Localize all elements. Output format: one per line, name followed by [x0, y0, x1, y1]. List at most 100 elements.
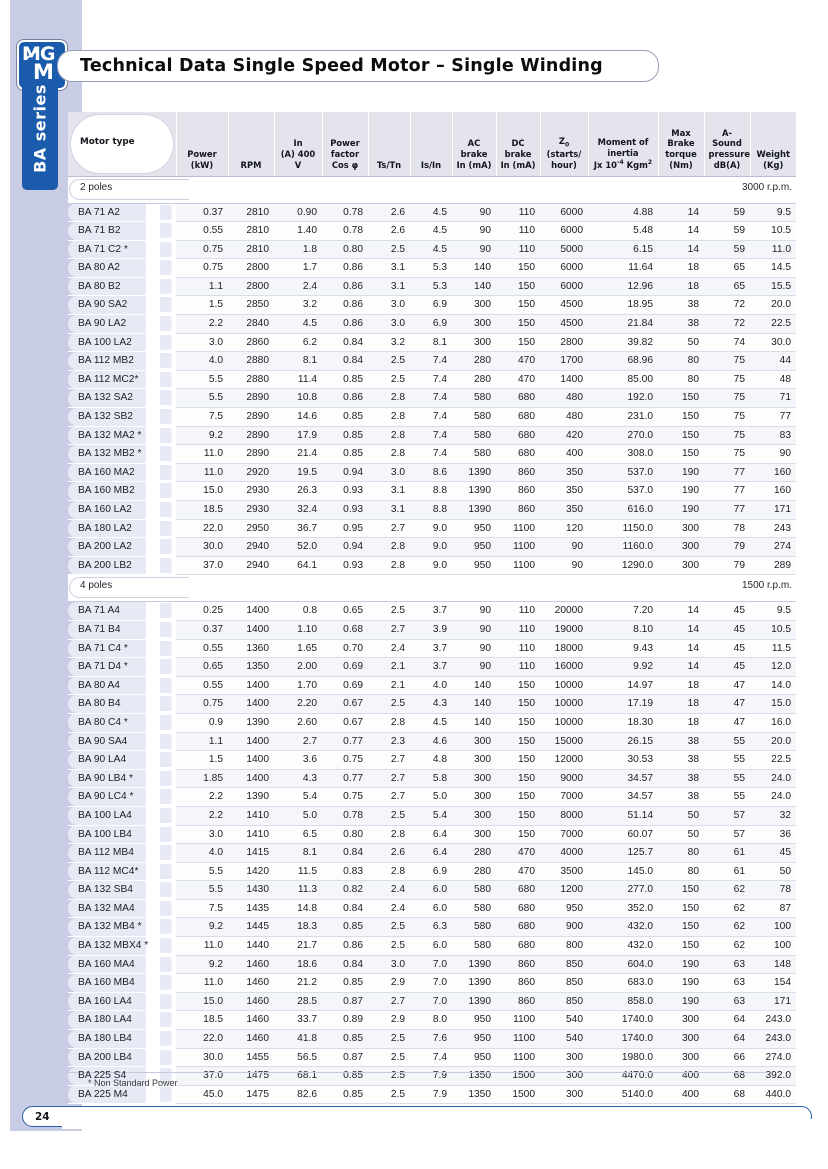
cell-z0: 90: [540, 556, 588, 576]
cell-inertia: 21.84: [588, 314, 658, 334]
cell-rpm: 1400: [228, 620, 274, 640]
cell-is_in: 7.4: [410, 407, 452, 427]
cell-ts_tn: 2.8: [368, 862, 410, 882]
cell-rpm: 2890: [228, 426, 274, 446]
motor-type-cell: BA 80 B4: [68, 694, 176, 714]
cell-ts_tn: 2.5: [368, 806, 410, 826]
cell-sound: 66: [704, 1048, 750, 1068]
cell-max_brake_torque: 150: [658, 936, 704, 956]
cell-dc_brake: 110: [496, 203, 540, 223]
cell-z0: 850: [540, 992, 588, 1012]
cell-weight: 24.0: [750, 769, 796, 789]
cell-sound: 45: [704, 620, 750, 640]
cell-is_in: 8.6: [410, 463, 452, 483]
cell-dc_brake: 110: [496, 221, 540, 241]
cell-weight: 90: [750, 444, 796, 464]
cell-z0: 4500: [540, 314, 588, 334]
col-label-weight: Weight (Kg): [756, 149, 790, 170]
cell-is_in: 6.3: [410, 917, 452, 938]
cell-max_brake_torque: 300: [658, 1048, 704, 1068]
cell-in400: 1.7: [274, 258, 322, 278]
cell-power: 45.0: [176, 1085, 228, 1105]
cell-z0: 350: [540, 463, 588, 483]
cell-power_factor: 0.80: [322, 825, 368, 845]
motor-type-cell: BA 200 LB4: [68, 1048, 176, 1068]
cell-power_factor: 0.85: [322, 407, 368, 427]
cell-is_in: 8.8: [410, 481, 452, 501]
cell-z0: 4500: [540, 295, 588, 316]
cell-dc_brake: 150: [496, 769, 540, 789]
cell-sound: 62: [704, 917, 750, 938]
cell-dc_brake: 150: [496, 825, 540, 845]
cell-ac_brake: 580: [452, 388, 496, 409]
cell-ac_brake: 950: [452, 1010, 496, 1031]
cell-ts_tn: 2.1: [368, 676, 410, 696]
cell-weight: 171: [750, 500, 796, 520]
cell-power_factor: 0.83: [322, 862, 368, 882]
cell-rpm: 1400: [228, 769, 274, 789]
cell-ac_brake: 280: [452, 370, 496, 390]
cell-power: 1.5: [176, 750, 228, 770]
section-label: 4 poles: [80, 580, 113, 592]
cell-sound: 62: [704, 936, 750, 956]
col-header-z0: Z0 (starts/ hour): [539, 112, 588, 177]
cell-power_factor: 0.78: [322, 203, 368, 223]
cell-is_in: 8.8: [410, 500, 452, 520]
cell-dc_brake: 470: [496, 843, 540, 863]
cell-rpm: 2810: [228, 221, 274, 241]
cell-max_brake_torque: 150: [658, 388, 704, 409]
cell-sound: 59: [704, 240, 750, 260]
cell-rpm: 2940: [228, 537, 274, 557]
cell-weight: 100: [750, 917, 796, 938]
section-rpm-value: 3000 r.p.m.: [741, 181, 792, 193]
cell-power_factor: 0.85: [322, 426, 368, 446]
cell-ts_tn: 2.5: [368, 694, 410, 714]
motor-type-cell: BA 132 MB2 *: [68, 444, 176, 464]
table-row: BA 112 MC2* 5.5 2880 11.4 0.85 2.5 7.4 280 470 14…: [68, 370, 796, 390]
cell-power_factor: 0.78: [322, 806, 368, 826]
table-row: BA 80 B2 1.1 2800 2.4 0.86 3.1 5.3 140 150 6000 12…: [68, 277, 796, 297]
col-label-inertia-line1: Moment of: [597, 137, 649, 148]
cell-power: 11.0: [176, 463, 228, 483]
cell-ts_tn: 3.1: [368, 277, 410, 297]
cell-z0: 120: [540, 519, 588, 539]
motor-type-cell: BA 132 SB2: [68, 407, 176, 427]
cell-rpm: 1415: [228, 843, 274, 863]
motor-type-label: BA 100 LA4: [78, 809, 132, 821]
cell-weight: 15.0: [750, 694, 796, 714]
cell-max_brake_torque: 400: [658, 1066, 704, 1086]
cell-power: 0.55: [176, 676, 228, 696]
table-row: BA 100 LB4 3.0 1410 6.5 0.80 2.8 6.4 300 150 7000…: [68, 825, 796, 845]
cell-power_factor: 0.84: [322, 843, 368, 863]
cell-inertia: 12.96: [588, 277, 658, 297]
col-label-z0-line2: (starts/: [546, 149, 582, 159]
table-row: BA 71 B2 0.55 2810 1.40 0.78 2.6 4.5 90 110 6000 5…: [68, 221, 796, 241]
cell-sound: 72: [704, 295, 750, 316]
cell-in400: 21.4: [274, 444, 322, 464]
cell-rpm: 1410: [228, 806, 274, 826]
cell-rpm: 2890: [228, 444, 274, 464]
cell-power: 22.0: [176, 1029, 228, 1049]
col-header-max-brake-torque: Max Brake torque (Nm): [657, 112, 704, 177]
cell-max_brake_torque: 300: [658, 1010, 704, 1031]
motor-type-cell: BA 132 MB4 *: [68, 917, 176, 938]
cell-inertia: 51.14: [588, 806, 658, 826]
table-row: BA 90 SA4 1.1 1400 2.7 0.77 2.3 4.6 300 150 15000…: [68, 732, 796, 752]
cell-in400: 56.5: [274, 1048, 322, 1068]
cell-is_in: 3.7: [410, 657, 452, 677]
cell-power: 2.2: [176, 314, 228, 334]
cell-inertia: 17.19: [588, 694, 658, 714]
cell-in400: 5.0: [274, 806, 322, 826]
col-header-weight: Weight (Kg): [749, 112, 796, 177]
cell-rpm: 1445: [228, 917, 274, 938]
cell-dc_brake: 1100: [496, 1029, 540, 1049]
cell-inertia: 1740.0: [588, 1029, 658, 1049]
cell-power: 11.0: [176, 936, 228, 956]
cell-weight: 9.5: [750, 601, 796, 621]
cell-z0: 3500: [540, 862, 588, 882]
cell-rpm: 2800: [228, 277, 274, 297]
cell-sound: 63: [704, 992, 750, 1012]
cell-inertia: 352.0: [588, 899, 658, 919]
cell-dc_brake: 1100: [496, 1048, 540, 1068]
cell-z0: 4000: [540, 843, 588, 863]
